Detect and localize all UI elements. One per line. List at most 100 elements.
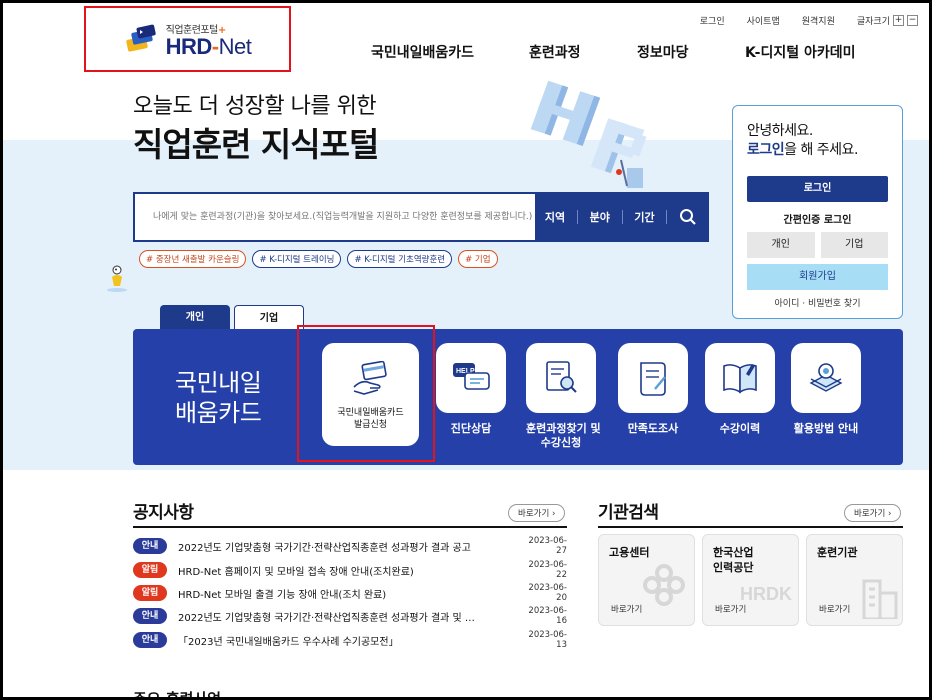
notice-more-button[interactable]: 바로가기 › (508, 504, 566, 522)
search-icon[interactable] (679, 208, 697, 226)
guide-icon (809, 363, 843, 392)
login-button[interactable]: 로그인 (747, 176, 888, 202)
institution-name: 고용센터 (609, 546, 650, 559)
notice-row[interactable]: 안내 2022년도 기업맞춤형 국가기간·전략산업직종훈련 성과평가 결과 및 … (133, 605, 567, 627)
login-panel: 안녕하세요. 로그인을 해 주세요. 로그인 간편인증 로그인 개인 기업 회원… (732, 105, 903, 319)
login-greeting: 안녕하세요. 로그인을 해 주세요. (747, 123, 858, 158)
main-navigation: 국민내일배움카드 훈련과정 정보마당 K-디지털 아카데미 (371, 42, 855, 62)
search-document-icon (546, 361, 577, 393)
notice-title: HRD-Net 홈페이지 및 모바일 접속 장애 안내(조치완료) (178, 566, 414, 578)
institution-card-employment-center[interactable]: 고용센터 바로가기 (598, 534, 695, 626)
panel-title: 국민내일 배움카드 (175, 369, 262, 427)
institution-go-link: 바로가기 (715, 605, 747, 615)
service-history[interactable]: 수강이력 (705, 343, 775, 436)
notice-badge: 안내 (133, 632, 167, 648)
filter-divider (621, 210, 623, 224)
hashtag-item[interactable]: # K-디지털 트레이닝 (252, 250, 342, 268)
notice-row[interactable]: 안내 2022년도 기업맞춤형 국가기간·전략산업직종훈련 성과평가 결과 공고… (133, 535, 567, 557)
institution-card-training[interactable]: 훈련기관 바로가기 (806, 534, 903, 626)
utility-menu: 로그인 사이트맵 원격지원 글자크기 + − (700, 14, 918, 27)
help-chat-icon: HELP (453, 363, 490, 390)
hero-subtitle: 오늘도 더 성장할 나를 위한 (133, 94, 377, 119)
easy-login-company-button[interactable]: 기업 (820, 232, 888, 258)
util-sitemap-link[interactable]: 사이트맵 (747, 14, 780, 27)
site-logo[interactable]: 직업훈련포털+ HRD-Net (84, 6, 291, 72)
notice-section-title: 공지사항 (133, 503, 194, 523)
notice-row[interactable]: 알림 HRD-Net 모바일 출결 기능 장애 안내(조치 완료) 2023-0… (133, 582, 567, 604)
institution-name: 훈련기관 (817, 546, 858, 559)
puzzle-watermark-icon (643, 564, 685, 606)
institution-go-link: 바로가기 (611, 605, 643, 615)
easy-login-personal-button[interactable]: 개인 (747, 232, 815, 258)
hashtag-list: # 중장년 새출발 카운슬링 # K-디지털 트레이닝 # K-디지털 기초역량… (139, 250, 498, 268)
notice-title: 2022년도 기업맞춤형 국가기간·전략산업직종훈련 성과평가 결과 및 … (178, 612, 475, 624)
util-login-link[interactable]: 로그인 (700, 14, 725, 27)
service-label: 활용방법 안내 (793, 422, 859, 435)
search-bar: 지역 분야 기간 (133, 192, 709, 242)
hrdk-watermark: HRDK (740, 584, 792, 604)
notice-date: 2023-06-16 (528, 606, 567, 626)
notice-row[interactable]: 안내 「2023년 국민내일배움카드 우수사례 수기공모전」 2023-06-1… (133, 629, 567, 651)
filter-region[interactable]: 지역 (545, 209, 565, 225)
tab-company[interactable]: 기업 (234, 305, 304, 330)
notice-row[interactable]: 알림 HRD-Net 홈페이지 및 모바일 접속 장애 안내(조치완료) 202… (133, 559, 567, 581)
font-size-label: 글자크기 (856, 17, 890, 27)
notice-date: 2023-06-13 (528, 630, 567, 650)
notice-title: HRD-Net 모바일 출결 기능 장애 안내(조치 완료) (178, 589, 387, 601)
filter-divider (666, 210, 668, 224)
notice-badge: 안내 (133, 538, 167, 554)
service-course-search[interactable]: 훈련과정찾기 및 수강신청 (526, 343, 601, 450)
survey-icon (640, 362, 666, 396)
logo-title: HRD-Net (165, 33, 252, 59)
hrd-3d-illustration-icon (530, 80, 647, 188)
mascot-icon (107, 265, 127, 292)
institution-more-button[interactable]: 바로가기 › (844, 504, 902, 522)
building-watermark-icon (862, 579, 898, 619)
font-size-control: 글자크기 + − (857, 14, 918, 27)
notice-date: 2023-06-27 (528, 536, 567, 556)
service-survey[interactable]: 만족도조사 (618, 343, 688, 436)
search-input[interactable] (135, 194, 535, 240)
filter-divider (576, 210, 578, 224)
notice-divider (133, 526, 567, 528)
notice-date: 2023-06-20 (528, 583, 567, 603)
hero-title: 직업훈련 지식포털 (133, 125, 379, 164)
tab-personal[interactable]: 개인 (160, 305, 230, 330)
service-label: 수강이력 (719, 422, 761, 435)
notice-title: 「2023년 국민내일배움카드 우수사례 수기공모전」 (178, 636, 399, 648)
highlight-box (297, 325, 435, 462)
hashtag-item[interactable]: # 기업 (458, 250, 498, 268)
institution-name: 한국산업 인력공단 (713, 546, 754, 574)
notice-badge: 알림 (133, 562, 167, 578)
notice-title: 2022년도 기업맞춤형 국가기간·전략산업직종훈련 성과평가 결과 공고 (178, 542, 471, 554)
service-label: 진단상담 (450, 422, 492, 435)
training-programs-title: 주요 훈련사업 (133, 690, 222, 700)
search-filters: 지역 분야 기간 (535, 194, 707, 240)
find-account-link[interactable]: 아이디 · 비밀번호 찾기 (747, 296, 888, 309)
font-size-minus-button[interactable]: − (907, 15, 918, 26)
nav-info[interactable]: 정보마당 (637, 42, 745, 62)
filter-field[interactable]: 분야 (590, 209, 610, 225)
institution-card-hrdk[interactable]: 한국산업 인력공단 HRDK 바로가기 (702, 534, 799, 626)
service-consult[interactable]: HELP 진단상담 (436, 343, 506, 436)
logo-cards-icon (125, 24, 156, 52)
service-guide[interactable]: 활용방법 안내 (791, 343, 861, 436)
nav-k-digital-academy[interactable]: K-디지털 아카데미 (745, 42, 855, 62)
nav-training-courses[interactable]: 훈련과정 (529, 42, 637, 62)
notice-badge: 안내 (133, 608, 167, 624)
join-button[interactable]: 회원가입 (747, 264, 888, 290)
book-icon (723, 364, 757, 394)
hashtag-item[interactable]: # K-디지털 기초역량훈련 (347, 250, 453, 268)
font-size-plus-button[interactable]: + (893, 15, 904, 26)
hashtag-item[interactable]: # 중장년 새출발 카운슬링 (139, 250, 247, 268)
institution-go-link: 바로가기 (819, 605, 851, 615)
util-remote-support-link[interactable]: 원격지원 (802, 14, 835, 27)
nav-national-card[interactable]: 국민내일배움카드 (371, 42, 529, 62)
notice-date: 2023-06-22 (528, 560, 567, 580)
institution-section-title: 기관검색 (598, 503, 659, 523)
easy-login-label: 간편인증 로그인 (783, 215, 852, 226)
service-label: 훈련과정찾기 및 수강신청 (526, 422, 601, 449)
filter-period[interactable]: 기간 (634, 209, 654, 225)
login-greeting-link[interactable]: 로그인 (747, 142, 785, 158)
institution-divider (598, 526, 903, 528)
